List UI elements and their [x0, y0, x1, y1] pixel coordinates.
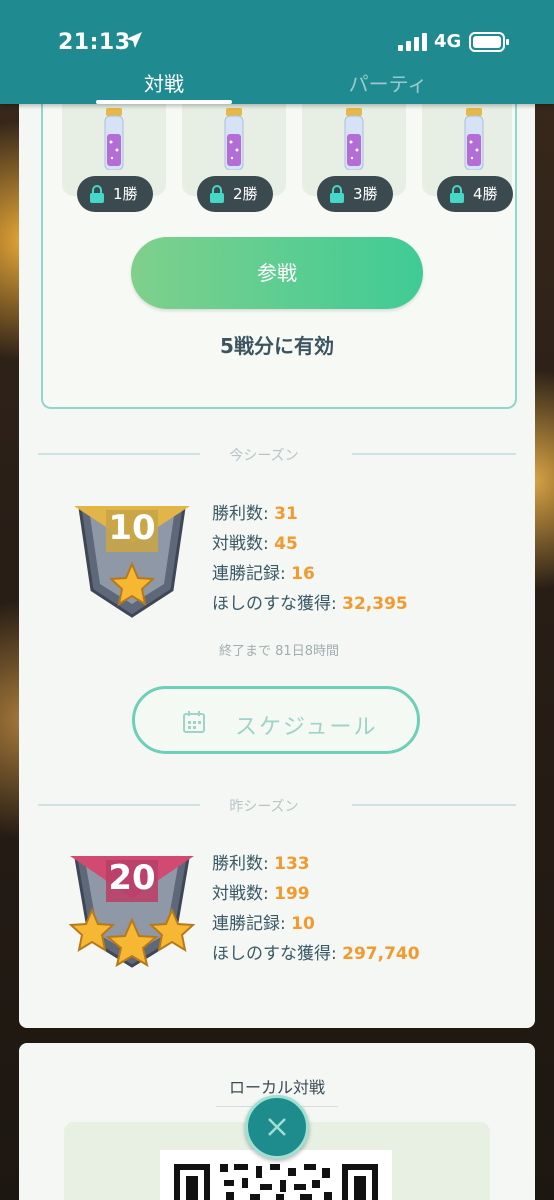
stat-label: 対戦数: [212, 534, 275, 554]
stat-value: 297,740 [342, 944, 420, 964]
season-ends-text: 終了まで 81日8時間 [219, 644, 339, 659]
schedule-button[interactable]: スケジュール [132, 686, 420, 754]
lock-icon [90, 185, 104, 203]
potion-icon [464, 108, 484, 170]
lock-icon [210, 185, 224, 203]
stat-label: ほしのすな獲得: [212, 944, 343, 964]
status-time: 21:13 [58, 30, 131, 55]
stat-row: 勝利数: 133 [212, 849, 420, 879]
calendar-icon [183, 711, 205, 733]
stat-value: 133 [274, 854, 310, 874]
reward-lock-label: 1勝 [113, 185, 138, 203]
stat-label: 勝利数: [212, 854, 275, 874]
stat-row: 対戦数: 45 [212, 529, 408, 559]
divider-line [352, 804, 516, 806]
stat-value: 199 [274, 884, 310, 904]
stat-row: 連勝記録: 10 [212, 909, 420, 939]
stat-row: 勝利数: 31 [212, 499, 408, 529]
reward-lock-badge: 4勝 [437, 176, 513, 212]
stat-row: ほしのすな獲得: 297,740 [212, 939, 420, 969]
current-season-header: 今シーズン [229, 448, 299, 464]
location-arrow-icon [126, 32, 142, 48]
rank-number-current: 10 [108, 508, 156, 548]
cellular-signal-icon [398, 33, 427, 51]
reward-lock-label: 3勝 [353, 185, 378, 203]
stat-value: 32,395 [342, 594, 408, 614]
tab-battle[interactable]: 対戦 [74, 68, 254, 97]
reward-lock-badge: 1勝 [77, 176, 153, 212]
top-bar: 21:13 4G 対戦 パーティ [0, 0, 554, 104]
reward-lock-badge: 3勝 [317, 176, 393, 212]
battery-icon [469, 32, 509, 52]
lock-icon [450, 185, 464, 203]
stat-value: 45 [274, 534, 298, 554]
stat-row: ほしのすな獲得: 32,395 [212, 589, 408, 619]
stat-label: 勝利数: [212, 504, 275, 524]
valid-battles-text: 5戦分に有効 [220, 334, 334, 358]
stat-value: 31 [274, 504, 298, 524]
schedule-button-label: スケジュール [235, 715, 378, 740]
network-type: 4G [434, 31, 462, 52]
stat-value: 16 [291, 564, 315, 584]
stat-row: 対戦数: 199 [212, 879, 420, 909]
divider-line [352, 453, 516, 455]
stat-value: 10 [291, 914, 315, 934]
divider-line [38, 453, 200, 455]
divider-line [38, 804, 200, 806]
close-icon [268, 1118, 286, 1136]
current-season-stats: 勝利数: 31 対戦数: 45 連勝記録: 16 ほしのすな獲得: 32,395 [212, 499, 408, 619]
stat-label: 対戦数: [212, 884, 275, 904]
reward-lock-badge: 2勝 [197, 176, 273, 212]
lock-icon [330, 185, 344, 203]
active-tab-indicator [96, 100, 232, 104]
reward-lock-label: 2勝 [233, 185, 258, 203]
stat-label: ほしのすな獲得: [212, 594, 343, 614]
stat-label: 連勝記録: [212, 914, 292, 934]
close-button[interactable] [245, 1095, 309, 1159]
join-battle-button[interactable]: 参戦 [131, 237, 423, 309]
stat-row: 連勝記録: 16 [212, 559, 408, 589]
potion-icon [104, 108, 124, 170]
potion-icon [344, 108, 364, 170]
previous-season-stats: 勝利数: 133 対戦数: 199 連勝記録: 10 ほしのすな獲得: 297,… [212, 849, 420, 969]
potion-icon [224, 108, 244, 170]
tab-party[interactable]: パーティ [298, 68, 478, 97]
previous-season-header: 昨シーズン [229, 799, 299, 815]
rank-number-previous: 20 [108, 858, 156, 898]
stat-label: 連勝記録: [212, 564, 292, 584]
reward-lock-label: 4勝 [473, 185, 498, 203]
